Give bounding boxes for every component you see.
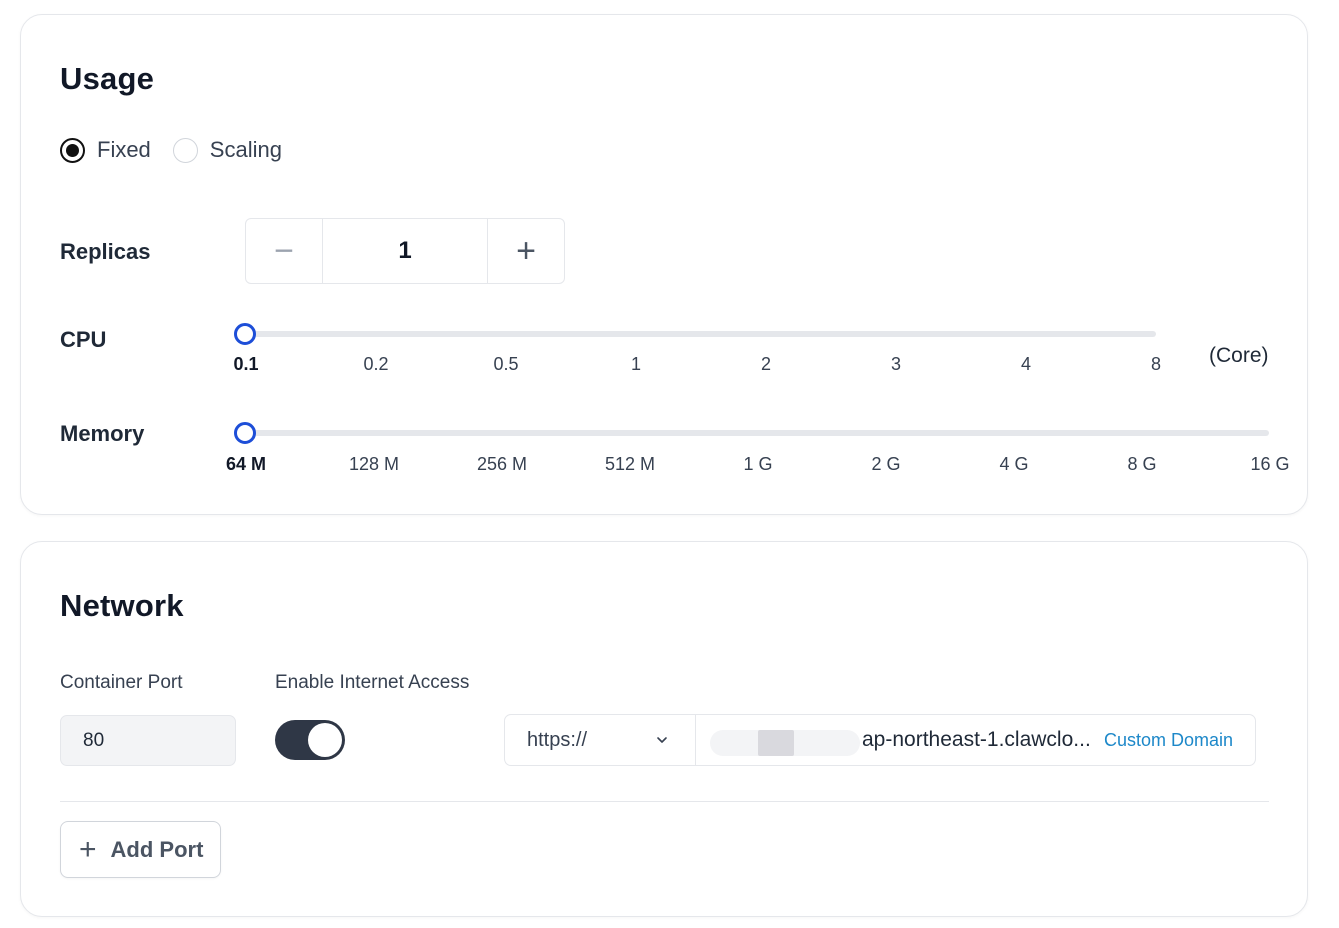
add-port-label: Add Port: [110, 836, 204, 862]
usage-mode-radio-group: Fixed Scaling: [60, 137, 304, 163]
cpu-tick-label[interactable]: 0.5: [493, 354, 518, 375]
protocol-select-value: https://: [527, 728, 588, 751]
protocol-select[interactable]: https://: [505, 715, 696, 765]
memory-tick-label[interactable]: 4 G: [999, 454, 1028, 475]
usage-title: Usage: [60, 61, 155, 96]
replicas-value[interactable]: 1: [322, 219, 488, 283]
internet-access-label: Enable Internet Access: [275, 672, 470, 693]
domain-area: ap-northeast-1.clawclo... Custom Domain: [696, 715, 1255, 765]
cpu-tick-label[interactable]: 2: [761, 354, 771, 375]
radio-scaling-indicator[interactable]: [172, 137, 198, 163]
container-port-input[interactable]: [60, 715, 236, 766]
cpu-tick-label[interactable]: 0.2: [363, 354, 388, 375]
container-port-label: Container Port: [60, 672, 183, 693]
chevron-down-icon: [657, 737, 667, 743]
memory-tick-label[interactable]: 64 M: [226, 454, 266, 475]
replicas-stepper: − 1 +: [245, 218, 565, 284]
replicas-label: Replicas: [60, 239, 151, 264]
memory-tick-label[interactable]: 1 G: [743, 454, 772, 475]
cpu-tick-label[interactable]: 1: [631, 354, 641, 375]
memory-tick-label[interactable]: 8 G: [1127, 454, 1156, 475]
cpu-tick-label[interactable]: 4: [1021, 354, 1031, 375]
memory-tick-label[interactable]: 128 M: [349, 454, 399, 475]
cpu-label: CPU: [60, 327, 107, 352]
usage-card: Usage Fixed Scaling Replicas − 1 + CPU 0…: [20, 14, 1308, 515]
radio-fixed[interactable]: Fixed: [60, 137, 151, 163]
internet-access-toggle[interactable]: [275, 720, 345, 760]
memory-label: Memory: [60, 421, 145, 446]
memory-slider-thumb[interactable]: [234, 422, 256, 444]
cpu-unit-label: (Core): [1209, 344, 1269, 367]
memory-tick-label[interactable]: 16 G: [1250, 454, 1289, 475]
memory-tick-label[interactable]: 512 M: [605, 454, 655, 475]
cpu-tick-label[interactable]: 3: [891, 354, 901, 375]
divider: [60, 801, 1269, 802]
radio-scaling[interactable]: Scaling: [172, 137, 282, 163]
radio-fixed-label: Fixed: [97, 137, 151, 162]
cpu-slider-thumb[interactable]: [234, 323, 256, 345]
radio-fixed-indicator[interactable]: [60, 137, 85, 163]
toggle-knob: [308, 723, 342, 757]
network-title: Network: [60, 588, 184, 623]
plus-icon: +: [79, 832, 97, 866]
network-card: Network Container Port Enable Internet A…: [20, 541, 1308, 917]
radio-scaling-label: Scaling: [209, 137, 282, 162]
replicas-decrement-button[interactable]: −: [246, 219, 322, 283]
redacted-subdomain-center: [758, 730, 794, 756]
cpu-tick-label[interactable]: 8: [1151, 354, 1161, 375]
replicas-increment-button[interactable]: +: [488, 219, 564, 283]
memory-tick-label[interactable]: 2 G: [871, 454, 900, 475]
custom-domain-link[interactable]: Custom Domain: [1104, 730, 1233, 751]
cpu-slider-track[interactable]: [245, 331, 1156, 337]
public-domain-text: ap-northeast-1.clawclo...: [862, 728, 1091, 751]
public-url-field: https:// ap-northeast-1.clawclo... Custo…: [504, 714, 1256, 766]
memory-tick-label[interactable]: 256 M: [477, 454, 527, 475]
memory-slider-track[interactable]: [245, 430, 1269, 436]
add-port-button[interactable]: + Add Port: [60, 821, 221, 878]
cpu-tick-label[interactable]: 0.1: [233, 354, 258, 375]
